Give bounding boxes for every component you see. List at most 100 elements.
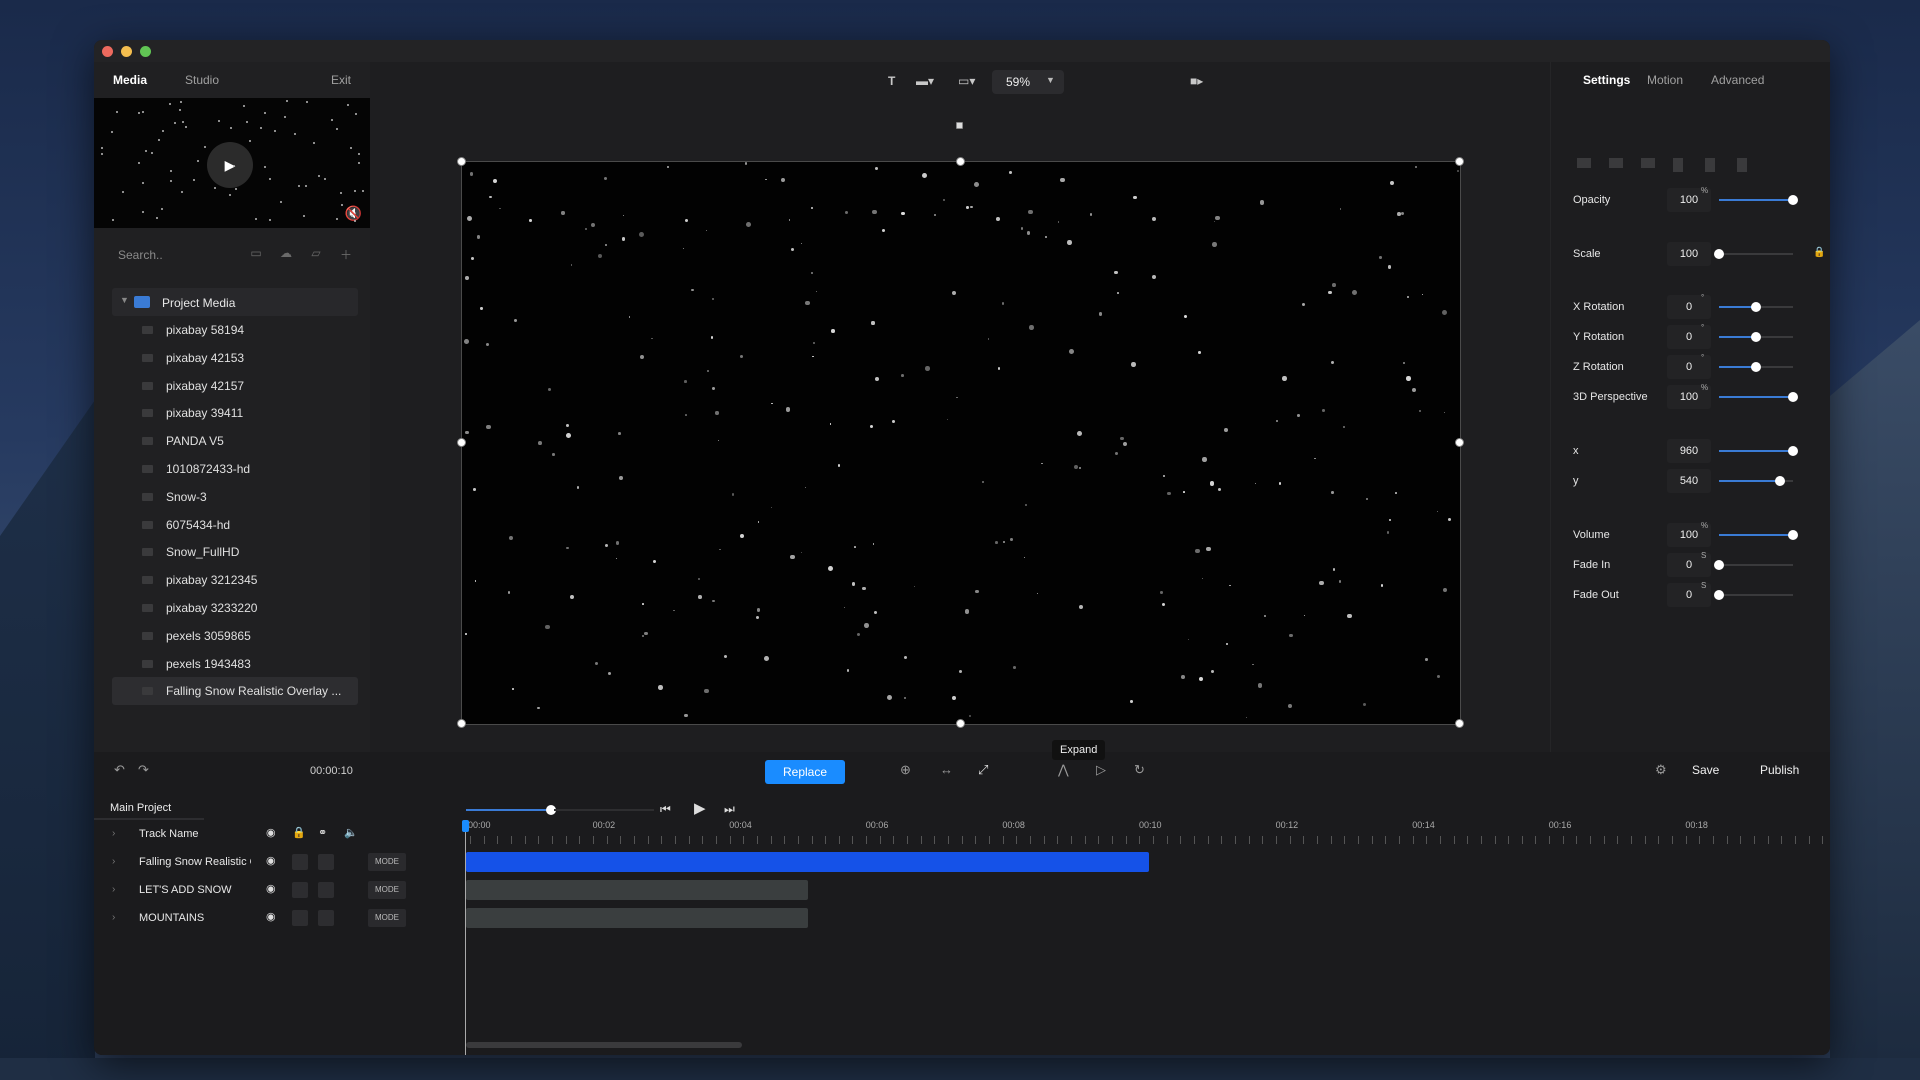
property-value-input[interactable]: 960 <box>1667 439 1711 463</box>
track-row[interactable]: › Falling Snow Realistic Overlay ◉ MODE <box>94 850 466 876</box>
mode-button[interactable]: MODE <box>368 881 406 899</box>
property-value-input[interactable]: 0 <box>1667 325 1711 349</box>
chevron-down-icon[interactable]: ▼ <box>120 295 129 305</box>
property-slider[interactable] <box>1719 446 1798 456</box>
slider-knob[interactable] <box>1788 195 1798 205</box>
eye-icon[interactable]: ◉ <box>266 854 276 867</box>
lock-icon[interactable]: 🔒 <box>292 826 306 839</box>
property-slider[interactable] <box>1719 195 1798 205</box>
tab-settings[interactable]: Settings <box>1583 73 1630 87</box>
property-slider[interactable] <box>1714 560 1793 570</box>
layout-tool-icon[interactable]: ▭▾ <box>958 74 975 88</box>
resize-handle[interactable] <box>457 719 466 728</box>
media-item[interactable]: Snow-3 <box>112 483 358 511</box>
project-media-folder[interactable]: ▼ Project Media <box>112 288 358 316</box>
tab-studio[interactable]: Studio <box>185 73 219 87</box>
resize-handle[interactable] <box>1455 719 1464 728</box>
resize-handle[interactable] <box>1455 438 1464 447</box>
crosshair-icon[interactable]: ⊕ <box>900 762 911 778</box>
play-icon[interactable]: ▶ <box>694 799 706 817</box>
chevron-right-icon[interactable]: › <box>112 884 115 895</box>
media-item[interactable]: pixabay 58194 <box>112 316 358 344</box>
resize-handle[interactable] <box>1455 157 1464 166</box>
align-left-icon[interactable] <box>1577 158 1591 168</box>
tab-media[interactable]: Media <box>113 73 147 87</box>
timeline-ruler[interactable]: 00:00 00:02 00:04 00:06 00:08 00:10 00:12 00:14… <box>466 820 1826 854</box>
link-icon[interactable]: ⚭ <box>318 826 327 839</box>
play-forward-icon[interactable]: ▷ <box>1096 762 1106 778</box>
media-preview[interactable]: ▶ 🔇 <box>94 98 370 228</box>
media-item[interactable]: Falling Snow Realistic Overlay ... <box>112 677 358 706</box>
media-item[interactable]: PANDA V5 <box>112 427 358 455</box>
text-tool-icon[interactable]: T <box>888 74 895 88</box>
mute-icon[interactable]: 🔇 <box>345 205 362 222</box>
search-input[interactable] <box>118 244 218 266</box>
resize-handle[interactable] <box>956 719 965 728</box>
media-item[interactable]: 6075434-hd <box>112 511 358 539</box>
exit-button[interactable]: Exit <box>331 73 351 87</box>
slider-knob[interactable] <box>1788 530 1798 540</box>
property-slider[interactable] <box>1714 249 1793 259</box>
timeline-clip[interactable] <box>466 880 808 900</box>
tab-motion[interactable]: Motion <box>1647 73 1683 87</box>
close-window-button[interactable] <box>102 46 113 57</box>
skip-forward-icon[interactable]: ⏭ <box>724 802 735 817</box>
slider-knob[interactable] <box>1788 392 1798 402</box>
align-right-icon[interactable] <box>1641 158 1655 168</box>
property-value-input[interactable]: 540 <box>1667 469 1711 493</box>
preview-canvas[interactable] <box>461 161 1461 725</box>
flip-icon[interactable]: ⋀ <box>1058 762 1069 778</box>
timeline-zoom-slider[interactable] <box>466 805 556 815</box>
property-value-input[interactable]: 100 <box>1667 242 1711 266</box>
chevron-right-icon[interactable]: › <box>112 828 115 839</box>
property-slider[interactable] <box>1719 302 1793 312</box>
lock-toggle[interactable] <box>292 910 308 926</box>
media-item[interactable]: pexels 1943483 <box>112 650 358 678</box>
video-camera-icon[interactable]: ■▸ <box>1190 74 1203 88</box>
slider-knob[interactable] <box>1751 332 1761 342</box>
slider-knob[interactable] <box>1751 302 1761 312</box>
rotate-icon[interactable]: ↻ <box>1134 762 1145 778</box>
minimize-window-button[interactable] <box>121 46 132 57</box>
tab-advanced[interactable]: Advanced <box>1711 73 1764 87</box>
media-item[interactable]: pixabay 42153 <box>112 344 358 372</box>
timeline-clip[interactable] <box>466 852 1149 872</box>
replace-button[interactable]: Replace <box>765 760 845 784</box>
media-item[interactable]: pixabay 42157 <box>112 372 358 400</box>
mode-button[interactable]: MODE <box>368 853 406 871</box>
chevron-right-icon[interactable]: › <box>112 856 115 867</box>
media-item[interactable]: pixabay 3233220 <box>112 594 358 622</box>
eye-icon[interactable]: ◉ <box>266 826 276 839</box>
property-slider[interactable] <box>1719 530 1798 540</box>
mute-toggle[interactable] <box>318 910 334 926</box>
slider-knob[interactable] <box>1714 560 1724 570</box>
media-item[interactable]: pexels 3059865 <box>112 622 358 650</box>
maximize-window-button[interactable] <box>140 46 151 57</box>
media-item[interactable]: pixabay 3212345 <box>112 566 358 594</box>
folder-icon[interactable]: ▱ <box>308 246 324 260</box>
mute-toggle[interactable] <box>318 854 334 870</box>
eye-icon[interactable]: ◉ <box>266 910 276 923</box>
add-icon[interactable]: ＋ <box>338 246 354 262</box>
align-center-icon[interactable] <box>1609 158 1623 168</box>
slider-knob[interactable] <box>1788 446 1798 456</box>
lock-toggle[interactable] <box>292 882 308 898</box>
rotate-handle[interactable] <box>956 122 963 129</box>
undo-icon[interactable]: ↶ <box>114 762 125 778</box>
track-row[interactable]: › MOUNTAINS ◉ MODE <box>94 906 466 932</box>
fit-width-icon[interactable]: ↔ <box>940 762 953 777</box>
shape-tool-icon[interactable]: ▬▾ <box>916 74 934 88</box>
slider-knob[interactable] <box>1774 476 1785 486</box>
upload-cloud-icon[interactable]: ☁ <box>278 246 294 260</box>
lock-aspect-icon[interactable]: 🔒 <box>1813 247 1825 258</box>
media-item[interactable]: 1010872433-hd <box>112 455 358 483</box>
mute-toggle[interactable] <box>318 882 334 898</box>
property-slider[interactable] <box>1719 362 1793 372</box>
redo-icon[interactable]: ↷ <box>138 762 149 778</box>
tab-main-project[interactable]: Main Project <box>110 802 171 814</box>
property-value-input[interactable]: 0 <box>1667 355 1711 379</box>
lock-toggle[interactable] <box>292 854 308 870</box>
comment-icon[interactable]: ▭ <box>248 246 264 260</box>
chevron-right-icon[interactable]: › <box>112 912 115 923</box>
volume-icon[interactable]: 🔈 <box>344 826 358 839</box>
